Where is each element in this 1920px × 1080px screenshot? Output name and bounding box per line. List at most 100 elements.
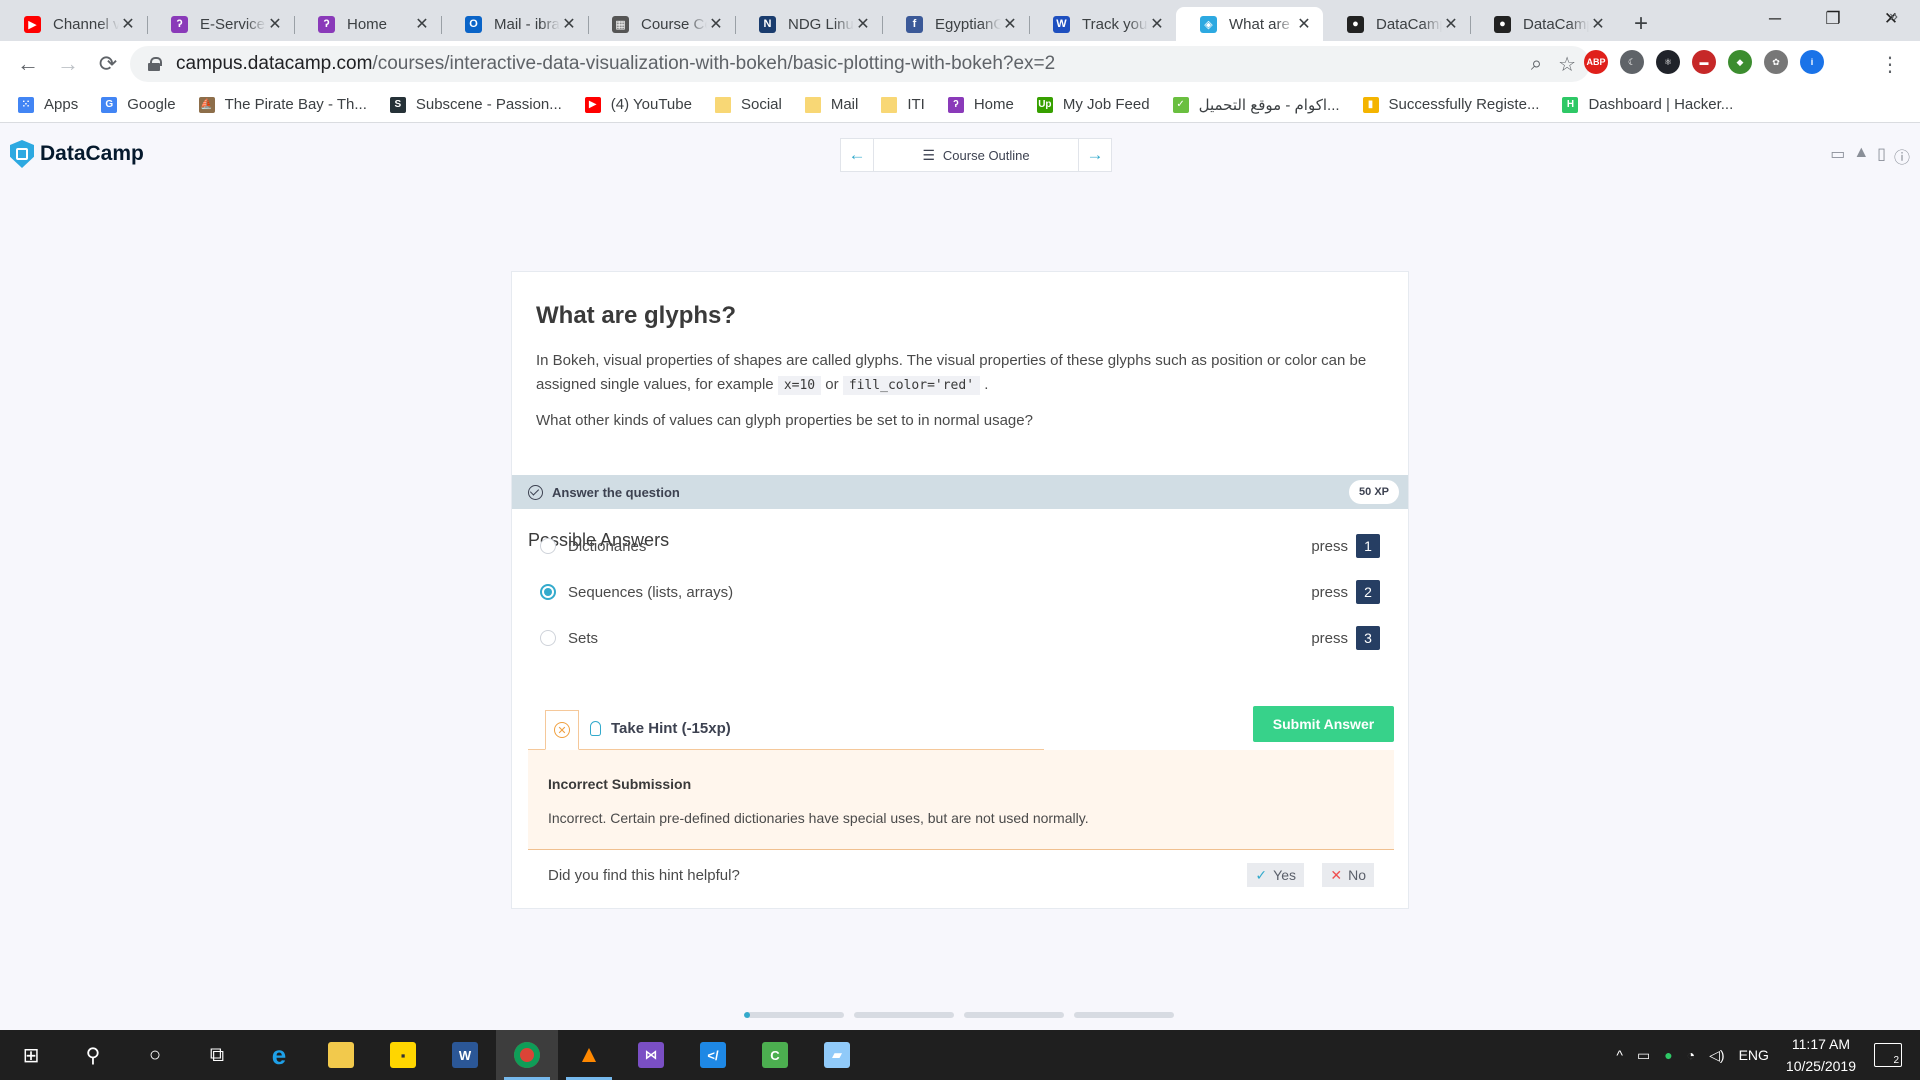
tray-expand-icon[interactable]: ^ [1616, 1047, 1623, 1063]
close-tab-icon[interactable]: ✕ [266, 14, 284, 34]
bookmark-item[interactable]: ʔ Home [947, 96, 1014, 113]
progress-segment[interactable] [964, 1012, 1064, 1018]
clock[interactable]: 11:17 AM 10/25/2019 [1786, 1033, 1856, 1077]
film-ext-icon[interactable]: ✿ [1764, 50, 1788, 74]
restore-button[interactable]: ❐ [1804, 0, 1862, 38]
camtasia-icon[interactable]: C [744, 1030, 806, 1080]
no-button[interactable]: ✕ No [1322, 863, 1374, 887]
browser-tab[interactable]: ● DataCamp ✕ [1323, 7, 1470, 41]
close-tab-icon[interactable]: ✕ [119, 14, 137, 34]
browser-tab[interactable]: O Mail - ibrahim✕ [441, 7, 588, 41]
close-tab-icon[interactable]: ✕ [1148, 14, 1166, 34]
prev-exercise-button[interactable]: ← [841, 139, 873, 171]
back-button[interactable]: ← [8, 44, 48, 84]
take-hint-label: Take Hint (-15xp) [611, 720, 731, 737]
close-hint-button[interactable]: ✕ [545, 710, 579, 750]
submit-answer-button[interactable]: Submit Answer [1253, 706, 1394, 742]
zoom-icon[interactable]: ⌕ [1531, 53, 1542, 76]
battery-icon[interactable]: ▭ [1637, 1047, 1650, 1064]
browser-tab[interactable]: f EgyptianGeeks✕ [882, 7, 1029, 41]
volume-icon[interactable]: ◁) [1709, 1047, 1724, 1064]
info-icon[interactable]: ⓘ [1894, 144, 1910, 168]
close-tab-icon[interactable]: ✕ [1295, 14, 1313, 34]
apps-grid-icon: ⁙ [18, 96, 34, 113]
course-outline-button[interactable]: ☰ Course Outline [873, 139, 1079, 171]
take-hint-button[interactable]: Take Hint (-15xp) [590, 720, 731, 737]
browser-tab[interactable]: ● DataCamp ✕ [1470, 7, 1617, 41]
progress-segment[interactable] [744, 1012, 844, 1018]
sticky-notes-icon[interactable]: ▪ [372, 1030, 434, 1080]
video-icon[interactable]: ▭ [1830, 144, 1845, 168]
bookmarks-overflow-icon[interactable]: » [1889, 8, 1898, 26]
task-view-icon[interactable]: ⧉ [186, 1030, 248, 1080]
minimize-button[interactable]: ─ [1746, 0, 1804, 38]
browser-tab[interactable]: ◈ What are glyphs✕ [1176, 7, 1323, 41]
bookmark-item[interactable]: ✓ اكوام - موقع التحميل... [1172, 96, 1340, 114]
yes-button[interactable]: ✓ Yes [1247, 863, 1304, 887]
app-icon[interactable]: ▰ [806, 1030, 868, 1080]
bookmark-item[interactable]: S Subscene - Passion... [389, 96, 562, 113]
start-button[interactable]: ⊞ [0, 1030, 62, 1080]
close-tab-icon[interactable]: ✕ [1442, 14, 1460, 34]
vlc-icon[interactable]: ▲ [558, 1030, 620, 1080]
visual-studio-icon[interactable]: ⋈ [620, 1030, 682, 1080]
internet-explorer-icon[interactable]: e [248, 1030, 310, 1080]
globe-ext-icon[interactable]: ◆ [1728, 50, 1752, 74]
new-tab-button[interactable]: + [1623, 7, 1659, 41]
bookmark-item[interactable]: ITI [881, 96, 925, 113]
forward-button[interactable]: → [48, 44, 88, 84]
browser-tab[interactable]: ʔ Home ✕ [294, 7, 441, 41]
action-center-icon[interactable]: 2 [1874, 1043, 1902, 1067]
bookmark-item[interactable]: H Dashboard | Hacker... [1562, 96, 1733, 113]
close-tab-icon[interactable]: ✕ [413, 14, 431, 34]
browser-tab[interactable]: ▦ Course Content✕ [588, 7, 735, 41]
radio-button[interactable] [540, 630, 556, 646]
close-tab-icon[interactable]: ✕ [1001, 14, 1019, 34]
bookmark-item[interactable]: Social [714, 96, 782, 113]
answer-option[interactable]: Dictionaries press 1 [540, 531, 1380, 561]
bookmark-item[interactable]: ⛵ The Pirate Bay - Th... [198, 96, 367, 113]
bookmark-item[interactable]: ⁙ Apps [18, 96, 78, 113]
profile-avatar-icon[interactable]: i [1800, 50, 1824, 74]
answer-option[interactable]: Sets press 3 [540, 623, 1380, 653]
browser-tab[interactable]: N NDG Linux✕ [735, 7, 882, 41]
address-bar[interactable]: campus.datacamp.com/courses/interactive-… [130, 46, 1590, 82]
chrome-menu-icon[interactable]: ⋮ [1880, 52, 1900, 77]
abp-icon[interactable]: ABP [1584, 50, 1608, 74]
dark-mode-icon[interactable]: ☾ [1620, 50, 1644, 74]
answer-option[interactable]: Sequences (lists, arrays) press 2 [540, 577, 1380, 607]
close-tab-icon[interactable]: ✕ [560, 14, 578, 34]
bookmark-item[interactable]: G Google [101, 96, 176, 113]
search-icon[interactable]: ⚲ [62, 1030, 124, 1080]
radio-button[interactable] [540, 584, 556, 600]
progress-segment[interactable] [854, 1012, 954, 1018]
chrome-icon[interactable] [496, 1030, 558, 1080]
word-icon[interactable]: W [434, 1030, 496, 1080]
browser-tab[interactable]: ▶ Channel videos✕ [0, 7, 147, 41]
progress-segment[interactable] [1074, 1012, 1174, 1018]
pdf-ext-icon[interactable]: ▬ [1692, 50, 1716, 74]
datacamp-logo[interactable]: DataCamp [10, 140, 144, 168]
shield-tray-icon[interactable]: ● [1664, 1047, 1672, 1063]
bookmark-item[interactable]: ▮ Successfully Registe... [1362, 96, 1539, 113]
next-exercise-button[interactable]: → [1079, 139, 1111, 171]
bookmark-item[interactable]: ▶ (4) YouTube [584, 96, 692, 113]
reload-button[interactable]: ⟳ [88, 44, 128, 84]
language-indicator[interactable]: ENG [1739, 1047, 1769, 1063]
slides-pdf-icon[interactable]: ▯ [1877, 144, 1886, 168]
radio-button[interactable] [540, 538, 556, 554]
browser-tab[interactable]: ʔ E-Services ✕ [147, 7, 294, 41]
close-tab-icon[interactable]: ✕ [854, 14, 872, 34]
notification-bell-icon[interactable]: ▲ [1853, 144, 1869, 168]
close-tab-icon[interactable]: ✕ [707, 14, 725, 34]
react-devtools-icon[interactable]: ⚛ [1656, 50, 1680, 74]
cortana-icon[interactable]: ○ [124, 1030, 186, 1080]
bookmark-star-icon[interactable]: ☆ [1558, 52, 1576, 77]
vscode-icon[interactable]: </ [682, 1030, 744, 1080]
bookmark-item[interactable]: Mail [804, 96, 858, 113]
bookmark-item[interactable]: Up My Job Feed [1036, 96, 1150, 113]
wifi-icon[interactable]: ◔ [1687, 1047, 1695, 1063]
browser-tab[interactable]: W Track your ✕ [1029, 7, 1176, 41]
file-explorer-icon[interactable] [310, 1030, 372, 1080]
close-tab-icon[interactable]: ✕ [1589, 14, 1607, 34]
